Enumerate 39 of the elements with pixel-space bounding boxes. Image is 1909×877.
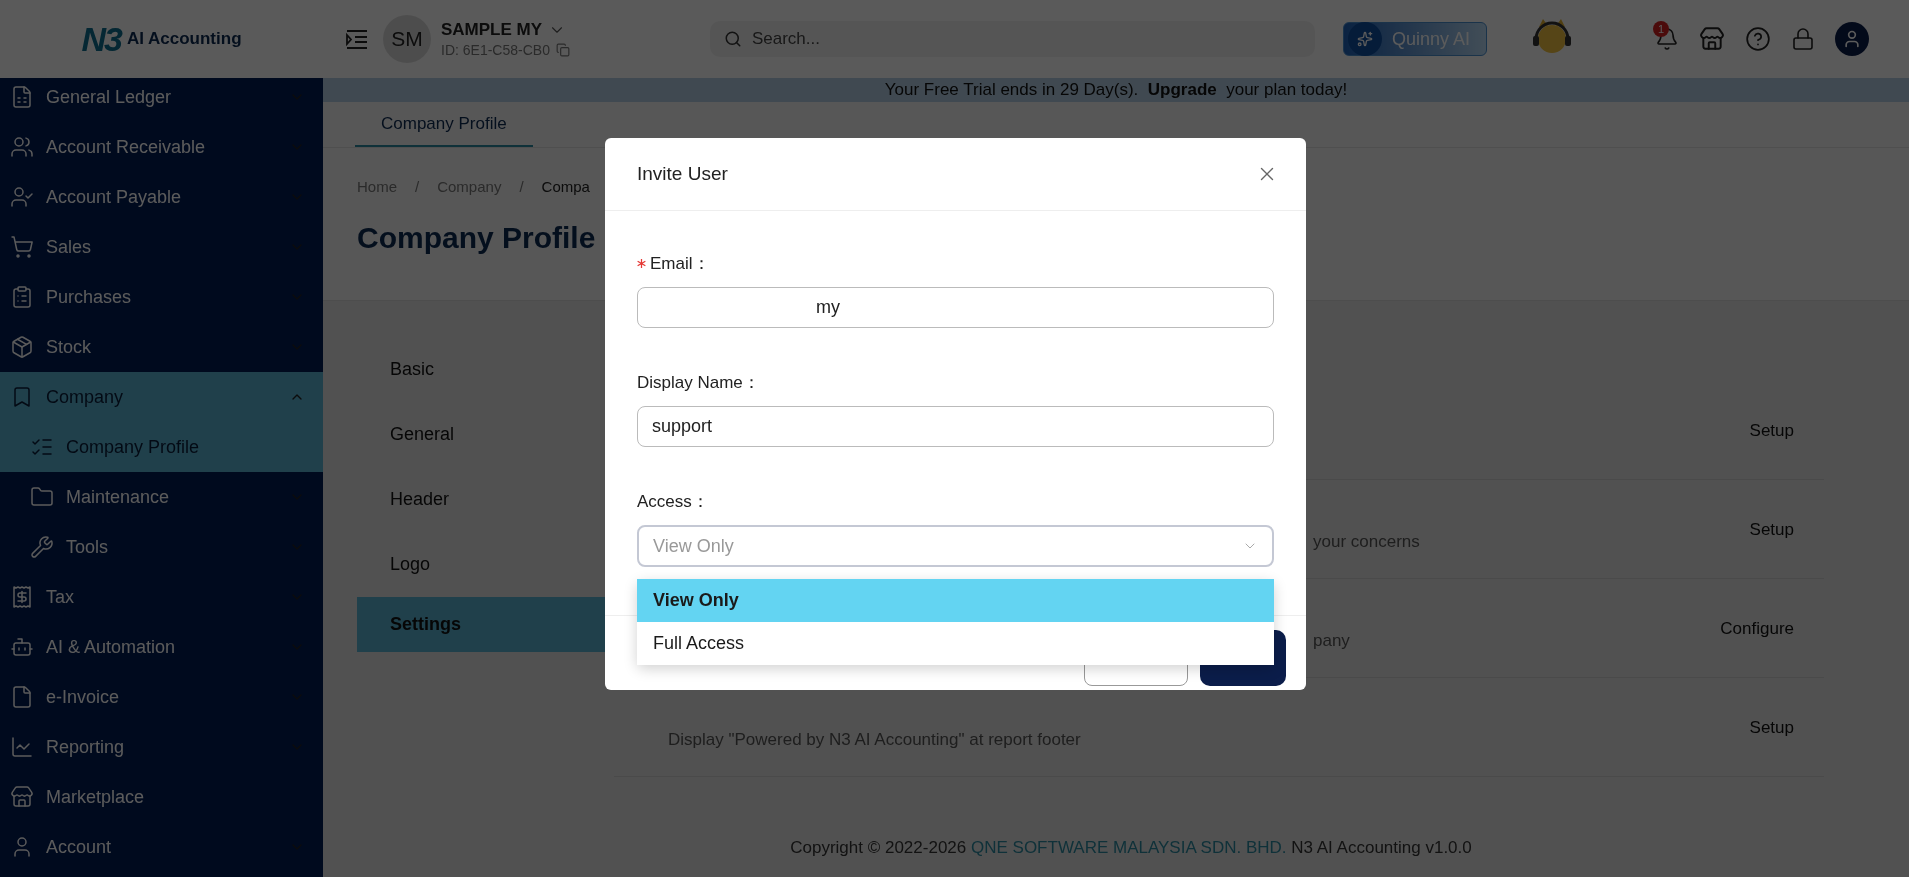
logo-text: AI Accounting xyxy=(126,29,242,49)
access-select[interactable]: View Only xyxy=(637,525,1274,567)
logo-mark: N3 xyxy=(81,19,121,59)
sidebar-item[interactable]: Maintenance xyxy=(0,472,323,522)
setup-link[interactable]: Setup xyxy=(1749,520,1794,540)
sidebar-item[interactable]: Account Payable xyxy=(0,172,323,222)
notification-badge: 1 xyxy=(1653,21,1669,37)
sidebar-item[interactable]: e-Invoice xyxy=(0,672,323,722)
setup-link[interactable]: Setup xyxy=(1749,718,1794,738)
breadcrumb-current: Compa xyxy=(541,178,590,195)
sidebar-item[interactable]: Purchases xyxy=(0,272,323,322)
sidebar-item[interactable]: Marketplace xyxy=(0,772,323,822)
breadcrumb-separator: / xyxy=(519,178,524,195)
company-name[interactable]: SAMPLE MY xyxy=(441,20,543,40)
sidebar-item[interactable]: Stock xyxy=(0,322,323,372)
field-label: Email： xyxy=(650,252,710,275)
setup-link[interactable]: Configure xyxy=(1720,619,1794,639)
sidebar-item[interactable]: Account xyxy=(0,822,323,872)
breadcrumb-separator: / xyxy=(415,178,420,195)
sidebar-item[interactable]: Tax xyxy=(0,572,323,622)
sidebar-item[interactable]: Account Receivable xyxy=(0,122,323,172)
page-title: Company Profile xyxy=(357,221,597,255)
trial-banner: Your Free Trial ends in 29 Day(s). Upgrade your plan today! xyxy=(323,78,1909,102)
input-field[interactable]: support xyxy=(637,406,1274,447)
sidebar-item[interactable]: Tools xyxy=(0,522,323,572)
dropdown-option[interactable]: View Only xyxy=(637,579,1274,622)
dropdown-option[interactable]: Full Access xyxy=(637,622,1274,665)
company-link[interactable]: QNE SOFTWARE MALAYSIA SDN. BHD. xyxy=(971,838,1287,857)
input-field[interactable]: my xyxy=(637,287,1274,328)
sidebar-item[interactable]: General Ledger xyxy=(0,78,323,122)
copyright-text: Copyright © 2022-2026 QNE SOFTWARE MALAYSIA SDN. BHD. N3 AI Accounting v1.0.0 xyxy=(790,838,1472,858)
field-label: Display Name： xyxy=(637,371,760,394)
dialog-title: Invite User xyxy=(637,163,728,185)
sidebar-item[interactable]: AI & Automation xyxy=(0,622,323,672)
company-avatar: SM xyxy=(383,15,431,63)
setup-link[interactable]: Setup xyxy=(1749,421,1794,441)
sidebar-item[interactable]: Sales xyxy=(0,222,323,272)
field-label: Access： xyxy=(637,490,709,513)
sidebar-item[interactable]: Reporting xyxy=(0,722,323,772)
